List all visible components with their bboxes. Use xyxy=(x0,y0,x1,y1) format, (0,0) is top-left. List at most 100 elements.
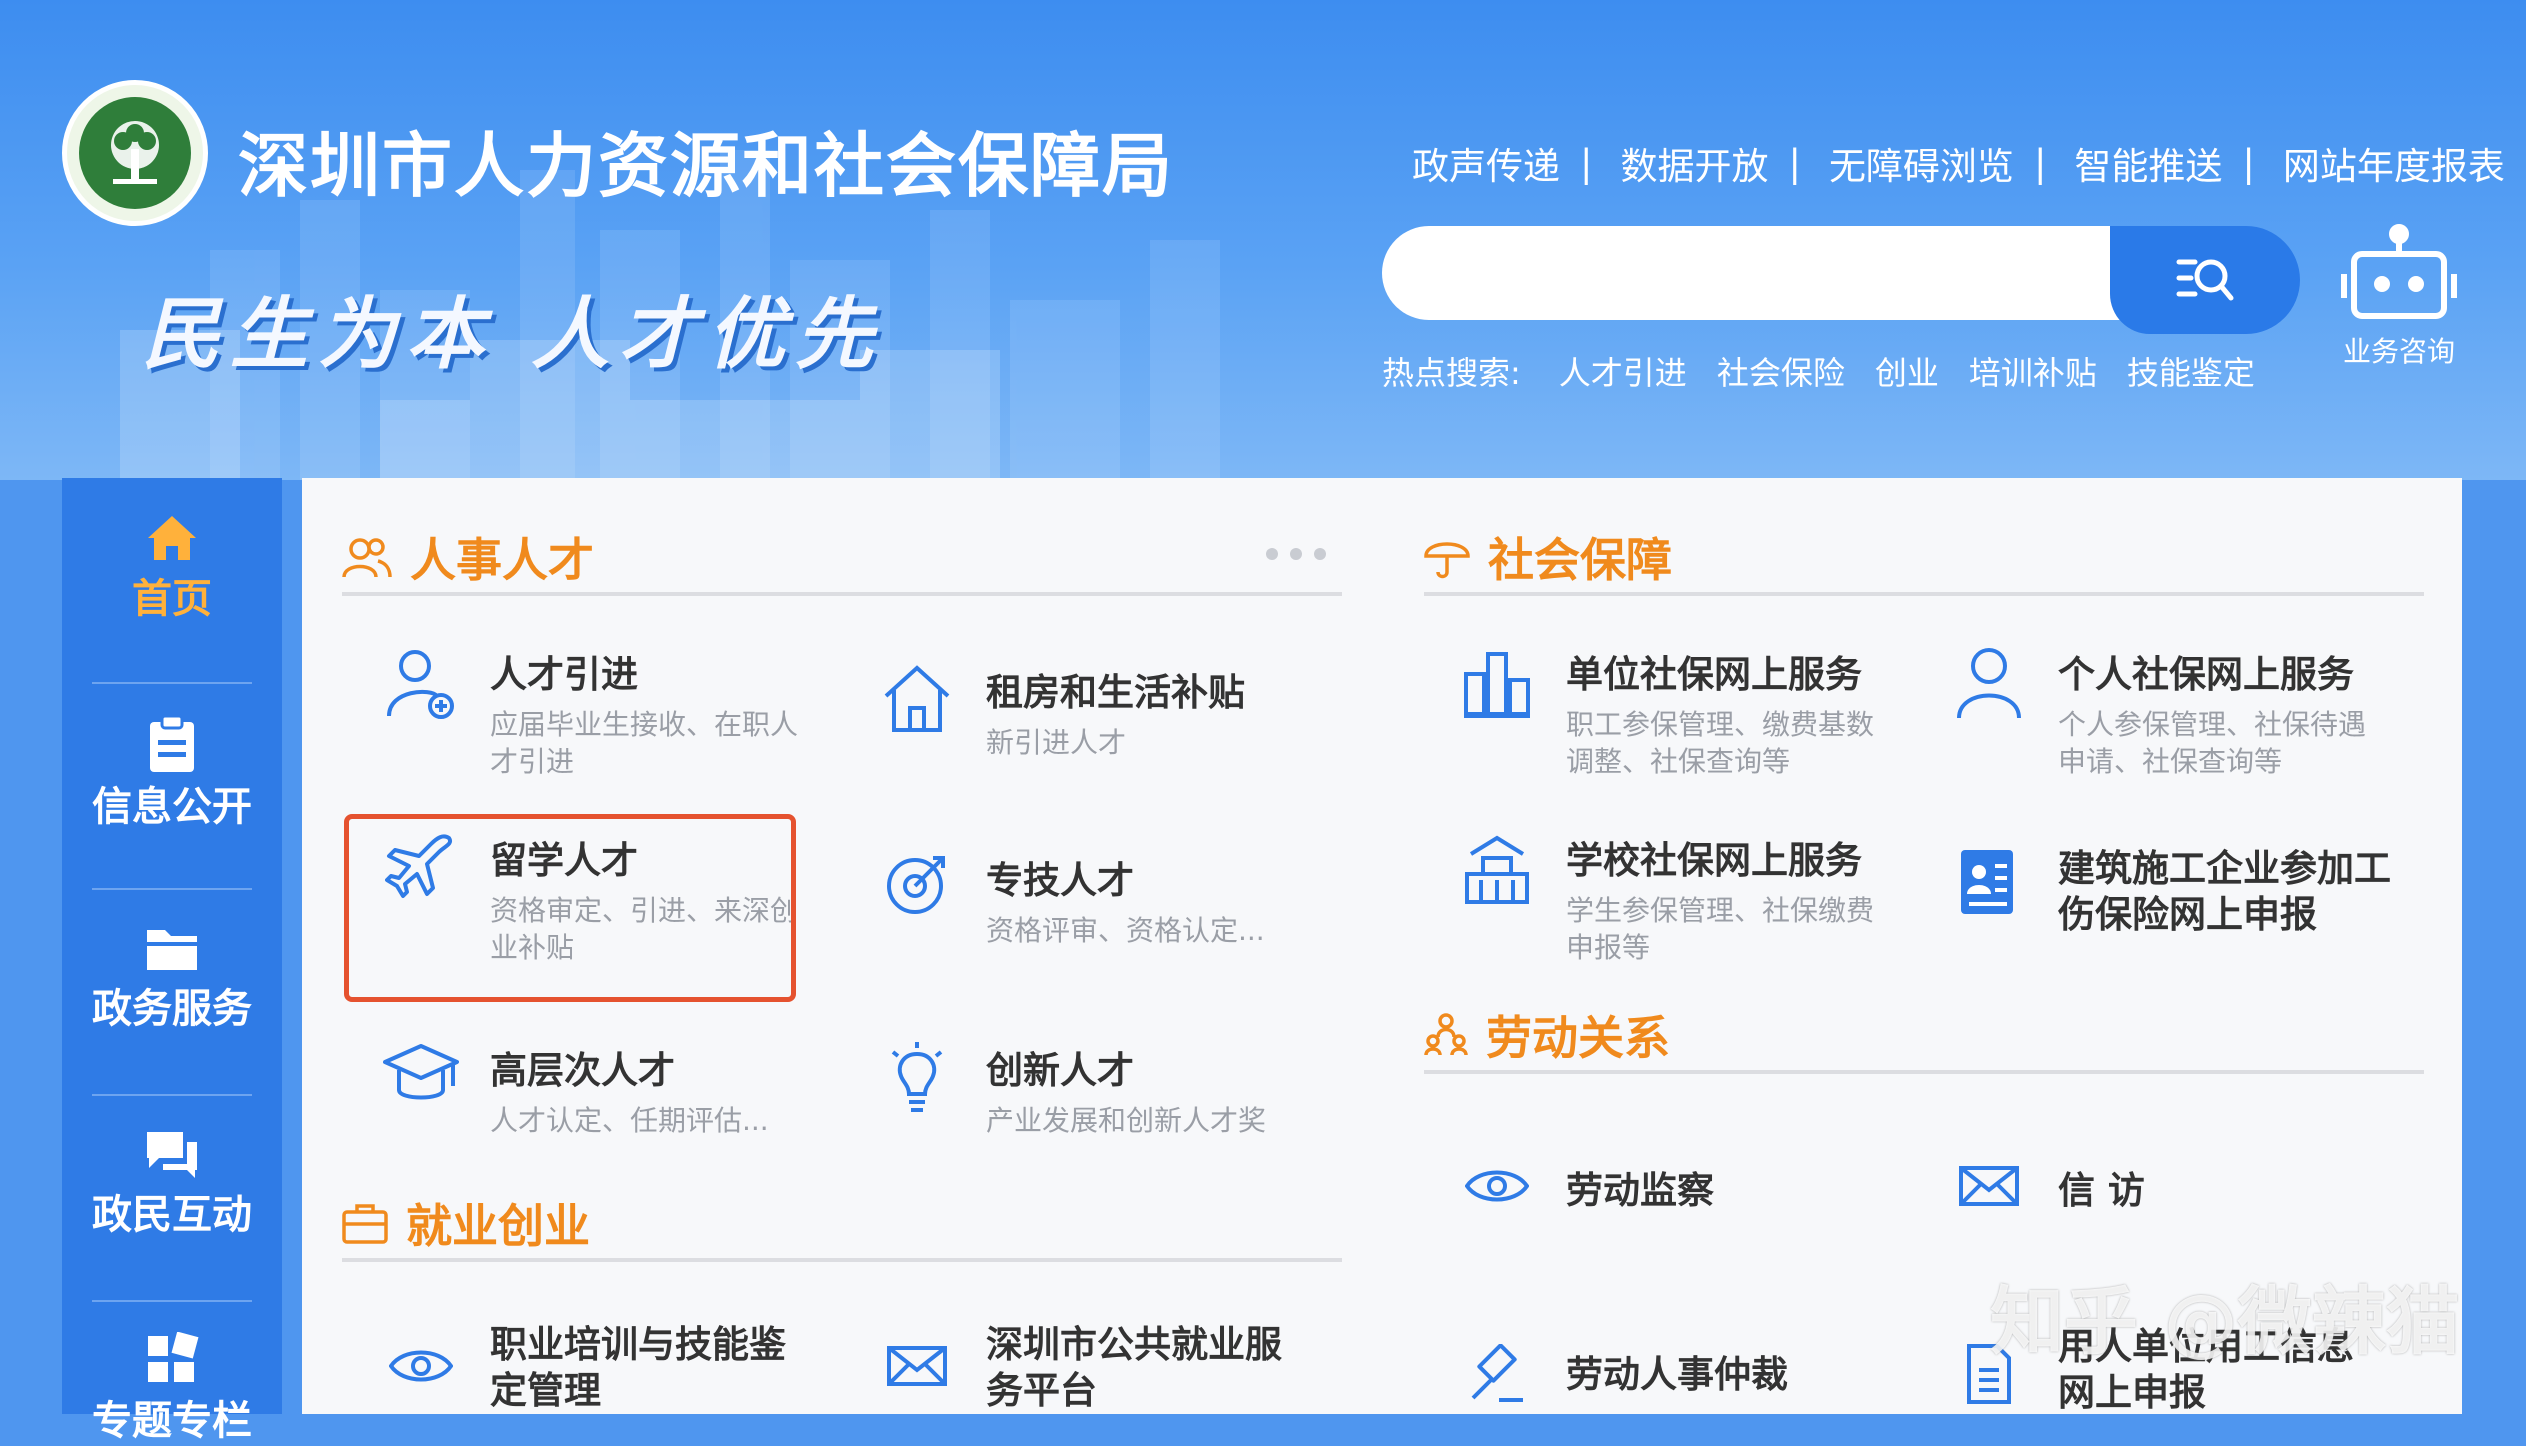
tree-emblem-icon xyxy=(79,97,191,209)
top-link-annual-report[interactable]: 网站年度报表 xyxy=(2283,136,2505,190)
card-title: 建筑施工企业参加工伤保险网上申报 xyxy=(2058,847,2391,936)
hot-search-tag[interactable]: 培训补贴 xyxy=(1969,348,2097,394)
service-card-personal-social-insurance[interactable]: 个人社保网上服务 个人参保管理、社保待遇申请、社保查询等 xyxy=(1944,644,2378,780)
hot-search-tag[interactable]: 创业 xyxy=(1875,348,1939,394)
top-link-open-data[interactable]: 数据开放 xyxy=(1620,136,1768,190)
link-separator: | xyxy=(2242,141,2255,185)
briefcase-icon xyxy=(342,1202,388,1244)
sidebar-item-label: 政民互动 xyxy=(92,1192,252,1238)
person-plus-icon xyxy=(376,644,466,724)
card-description: 资格评审、资格认定... xyxy=(986,914,1265,947)
business-consult-button[interactable]: 业务咨询 xyxy=(2334,224,2464,370)
site-header: 深圳市人力资源和社会保障局 民生为本 人才优先 政声传递 | 数据开放 | 无障… xyxy=(0,0,2526,480)
section-divider xyxy=(1424,1070,2424,1074)
card-title: 专技人才 xyxy=(986,859,1134,902)
section-title-talent[interactable]: 人事人才 xyxy=(342,524,594,590)
section-divider xyxy=(342,1258,1342,1262)
graduation-cap-icon xyxy=(376,1040,466,1106)
service-card-labor-inspection[interactable]: 劳动监察 xyxy=(1452,1160,1714,1214)
service-card-petition[interactable]: 信 访 xyxy=(1944,1160,2145,1214)
service-card-vocational-training[interactable]: 职业培训与技能鉴定管理 xyxy=(376,1322,820,1414)
card-title: 租房和生活补贴 xyxy=(986,671,1245,714)
card-title: 学校社保网上服务 xyxy=(1566,839,1862,882)
gavel-icon xyxy=(1452,1344,1542,1404)
sidebar-item-home[interactable]: 首页 xyxy=(62,510,282,624)
card-description: 产业发展和创新人才奖 xyxy=(986,1104,1267,1137)
search-icon xyxy=(2176,259,2234,301)
card-title: 个人社保网上服务 xyxy=(2058,653,2354,696)
card-title: 劳动监察 xyxy=(1566,1169,1714,1212)
service-card-innovation-talent[interactable]: 创新人才 产业发展和创新人才奖 xyxy=(872,1040,1266,1139)
eye-icon xyxy=(1452,1166,1542,1206)
clipboard-icon xyxy=(62,714,282,774)
card-description: 人才认定、任期评估... xyxy=(490,1104,769,1137)
sidebar-divider xyxy=(92,888,252,890)
sidebar-item-interaction[interactable]: 政民互动 xyxy=(62,1126,282,1240)
service-card-construction-injury-insurance[interactable]: 建筑施工企业参加工伤保险网上申报 xyxy=(1944,846,2398,938)
sidebar-item-gov-services[interactable]: 政务服务 xyxy=(62,920,282,1034)
eye-icon xyxy=(376,1346,466,1386)
people-group-icon xyxy=(1424,1013,1468,1057)
service-card-high-level-talent[interactable]: 高层次人才 人才认定、任期评估... xyxy=(376,1040,769,1139)
sidebar-item-special-topics[interactable]: 专题专栏 xyxy=(62,1332,282,1446)
people-icon xyxy=(342,535,392,579)
sidebar-item-label: 首页 xyxy=(132,576,212,622)
card-description: 个人参保管理、社保待遇申请、社保查询等 xyxy=(2058,708,2367,778)
chat-icon xyxy=(62,1126,282,1182)
service-card-labor-arbitration[interactable]: 劳动人事仲裁 xyxy=(1452,1344,1788,1404)
mail-icon xyxy=(872,1346,962,1386)
sidebar-divider xyxy=(92,1094,252,1096)
service-card-talent-intro[interactable]: 人才引进 应届毕业生接收、在职人才引进 xyxy=(376,644,810,780)
building-chart-icon xyxy=(1452,644,1542,720)
service-card-professional-talent[interactable]: 专技人才 资格评审、资格认定... xyxy=(872,850,1265,949)
sidebar-item-info-disclosure[interactable]: 信息公开 xyxy=(62,714,282,832)
link-separator: | xyxy=(1788,141,1801,185)
mail-icon xyxy=(1944,1166,2034,1206)
search-button[interactable] xyxy=(2110,226,2300,334)
service-card-school-social-insurance[interactable]: 学校社保网上服务 学生参保管理、社保缴费申报等 xyxy=(1452,830,1886,966)
card-title: 单位社保网上服务 xyxy=(1566,653,1862,696)
hot-search-tag[interactable]: 人才引进 xyxy=(1559,348,1687,394)
consult-label: 业务咨询 xyxy=(2342,335,2455,368)
section-title-labor-relations[interactable]: 劳动关系 xyxy=(1424,1002,1670,1068)
hot-search-tag[interactable]: 技能鉴定 xyxy=(2127,348,2255,394)
section-divider xyxy=(342,592,1342,596)
folder-icon xyxy=(62,920,282,976)
top-link-policy[interactable]: 政声传递 xyxy=(1412,136,1560,190)
search-input[interactable] xyxy=(1382,226,2142,320)
section-title-social-security[interactable]: 社会保障 xyxy=(1424,524,1672,590)
card-title: 劳动人事仲裁 xyxy=(1566,1353,1788,1396)
card-title: 信 访 xyxy=(2058,1169,2145,1212)
card-description: 职工参保管理、缴费基数调整、社保查询等 xyxy=(1566,708,1875,778)
sidebar-item-label: 政务服务 xyxy=(92,986,252,1032)
hot-search-label: 热点搜索: xyxy=(1382,354,1521,392)
link-separator: | xyxy=(2033,141,2047,185)
hot-search-bar: 热点搜索: 人才引进 社会保险 创业 培训补贴 技能鉴定 xyxy=(1382,348,2285,394)
card-title: 职业培训与技能鉴定管理 xyxy=(490,1323,786,1412)
house-icon xyxy=(872,662,962,734)
service-card-unit-social-insurance[interactable]: 单位社保网上服务 职工参保管理、缴费基数调整、社保查询等 xyxy=(1452,644,1886,780)
section-title-employment[interactable]: 就业创业 xyxy=(342,1190,590,1256)
service-card-public-employment[interactable]: 深圳市公共就业服务平台 xyxy=(872,1322,1316,1414)
card-description: 应届毕业生接收、在职人才引进 xyxy=(490,708,799,778)
card-title: 高层次人才 xyxy=(490,1049,675,1092)
link-separator: | xyxy=(1580,141,1593,185)
bureau-logo[interactable] xyxy=(62,80,208,226)
sidebar-divider xyxy=(92,682,252,684)
hot-search-tag[interactable]: 社会保险 xyxy=(1717,348,1845,394)
sidebar-item-label: 信息公开 xyxy=(92,784,252,830)
id-card-icon xyxy=(1944,846,2034,918)
target-icon xyxy=(872,850,962,918)
umbrella-icon xyxy=(1424,534,1470,580)
sidebar-divider xyxy=(92,1300,252,1302)
top-link-accessibility[interactable]: 无障碍浏览 xyxy=(1829,136,2014,190)
grid-icon xyxy=(62,1332,282,1388)
card-description: 新引进人才 xyxy=(986,726,1127,759)
lightbulb-icon xyxy=(872,1040,962,1116)
top-link-smart-push[interactable]: 智能推送 xyxy=(2074,136,2222,190)
top-links: 政声传递 | 数据开放 | 无障碍浏览 | 智能推送 | 网站年度报表 xyxy=(1412,136,2505,190)
service-card-housing-subsidy[interactable]: 租房和生活补贴 新引进人才 xyxy=(872,662,1245,761)
more-dots-icon[interactable] xyxy=(1266,548,1326,560)
site-title: 深圳市人力资源和社会保障局 xyxy=(238,125,1174,207)
home-icon xyxy=(62,510,282,566)
